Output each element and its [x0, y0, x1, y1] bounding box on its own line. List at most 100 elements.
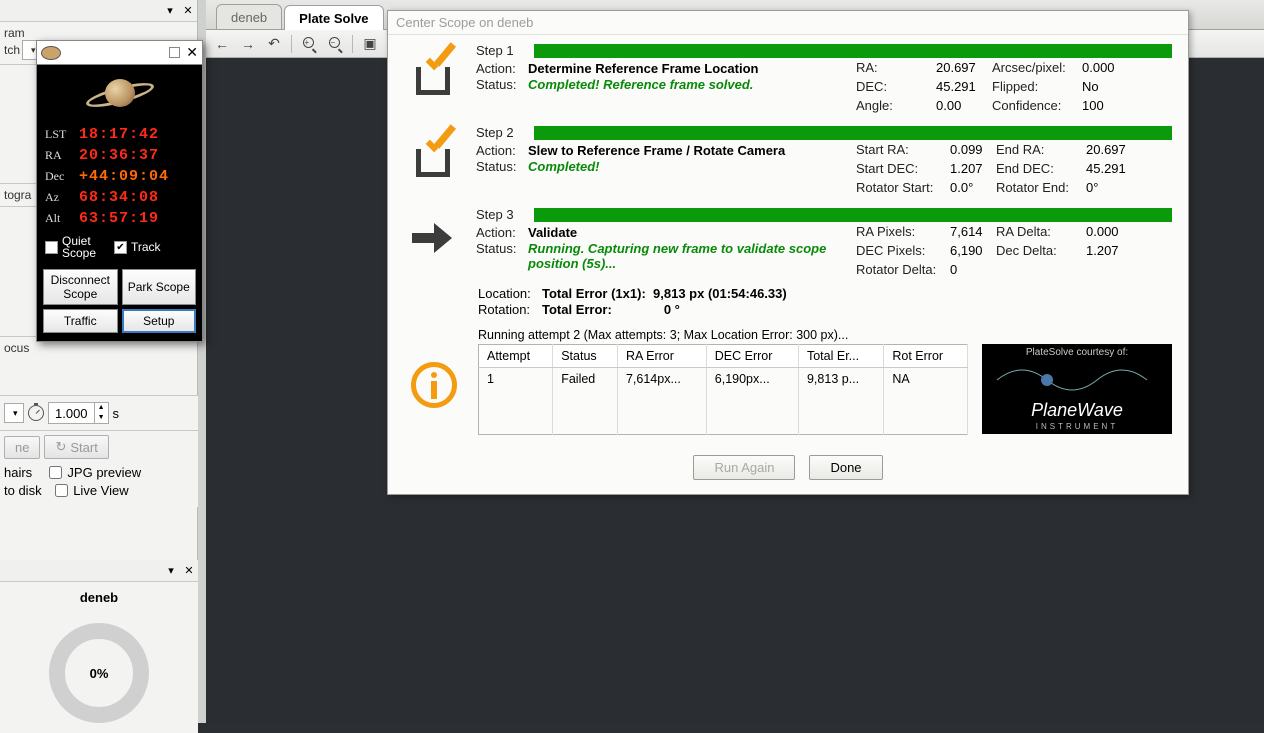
value: 45.291: [1086, 161, 1136, 176]
label: Angle:: [856, 98, 936, 113]
summary-block: Location:Total Error (1x1): 9,813 px (01…: [388, 281, 1188, 322]
label: Arcsec/pixel:: [992, 60, 1082, 75]
step2-label: Step 2: [476, 125, 526, 140]
tab-plate-solve[interactable]: Plate Solve: [284, 5, 383, 30]
live-view-checkbox[interactable]: [55, 484, 68, 497]
saturn-icon: [41, 46, 61, 60]
value: 0.0°: [950, 180, 996, 195]
scope-control-window[interactable]: ✕ LST18:17:42 RA20:36:37 Dec+44:09:04 Az…: [36, 40, 203, 342]
cell: 1: [479, 368, 553, 391]
step-2: Step 2 Action:Slew to Reference Frame / …: [388, 117, 1188, 199]
panel-close-icon[interactable]: ✕: [179, 4, 197, 17]
value: 6,190: [950, 243, 996, 258]
table-row: [479, 412, 968, 434]
alt-label: Alt: [45, 208, 79, 229]
saturn-image: [37, 65, 202, 121]
panel-close-icon[interactable]: ✕: [180, 564, 198, 577]
value: 1.207: [950, 161, 996, 176]
scope-titlebar[interactable]: ✕: [37, 41, 202, 65]
cropped-label: togra: [4, 188, 31, 202]
col-dec-error[interactable]: DEC Error: [706, 345, 798, 368]
quiet-scope-checkbox[interactable]: Quiet Scope: [45, 235, 102, 259]
live-view-label: Live View: [73, 483, 128, 498]
zoom-in-button[interactable]: +: [297, 33, 321, 55]
exposure-input[interactable]: 1.000 ▲▼: [48, 402, 109, 424]
tab-deneb[interactable]: deneb: [216, 4, 282, 29]
label: Action:: [476, 225, 528, 240]
step1-action: Determine Reference Frame Location: [528, 61, 758, 76]
track-label: Track: [131, 240, 161, 254]
ne-button[interactable]: ne: [4, 436, 40, 459]
panel-header: ▾ ✕: [0, 0, 197, 22]
table-row[interactable]: 1 Failed 7,614px... 6,190px... 9,813 p..…: [479, 368, 968, 391]
minimize-icon[interactable]: [169, 47, 180, 58]
done-button[interactable]: Done: [809, 455, 882, 480]
cropped-label: ram: [4, 26, 193, 40]
dec-label: Dec: [45, 166, 79, 187]
spin-down[interactable]: ▼: [94, 413, 108, 423]
close-icon[interactable]: ✕: [186, 44, 198, 61]
lst-label: LST: [45, 124, 79, 145]
label: Rotator Start:: [856, 180, 950, 195]
traffic-button[interactable]: Traffic: [43, 309, 118, 333]
ra-label: RA: [45, 145, 79, 166]
park-scope-button[interactable]: Park Scope: [122, 269, 197, 305]
label-bold: Total Error:: [542, 302, 612, 317]
cell: Failed: [553, 368, 618, 391]
mode-dropdown[interactable]: [4, 403, 24, 423]
setup-button[interactable]: Setup: [122, 309, 197, 333]
jpg-preview-checkbox[interactable]: [49, 466, 62, 479]
panel-dropdown-icon[interactable]: ▾: [162, 564, 180, 577]
start-button[interactable]: ↻ Start: [44, 435, 108, 459]
label: Dec Delta:: [996, 243, 1086, 258]
ra-value: 20:36:37: [79, 145, 159, 166]
exposure-unit: s: [113, 406, 120, 421]
value: 0.00: [936, 98, 992, 113]
planewave-logo: PlateSolve courtesy of: PlaneWave INSTRU…: [982, 344, 1172, 434]
attempts-table: Attempt Status RA Error DEC Error Total …: [478, 344, 968, 435]
label: Status:: [476, 77, 528, 92]
coord-table: LST18:17:42 RA20:36:37 Dec+44:09:04 Az68…: [37, 121, 202, 235]
checkmark-icon: [412, 133, 456, 177]
progress-donut: 0%: [49, 623, 149, 723]
label: Action:: [476, 61, 528, 76]
label: End RA:: [996, 142, 1086, 157]
col-status[interactable]: Status: [553, 345, 618, 368]
run-again-button[interactable]: Run Again: [693, 455, 795, 480]
col-attempt[interactable]: Attempt: [479, 345, 553, 368]
col-rot-error[interactable]: Rot Error: [884, 345, 968, 368]
cropped-label: to disk: [4, 483, 42, 498]
arrow-right-icon: [412, 223, 456, 253]
nav-forward-button[interactable]: →: [236, 33, 260, 55]
label: DEC Pixels:: [856, 243, 950, 258]
spin-up[interactable]: ▲: [94, 403, 108, 413]
progress-bar: [534, 44, 1172, 58]
zoom-fit-button[interactable]: ▣: [358, 33, 382, 55]
value: 7,614: [950, 224, 996, 239]
label: Status:: [476, 159, 528, 174]
step1-label: Step 1: [476, 43, 526, 58]
undo-button[interactable]: ↶: [262, 33, 286, 55]
cell: 9,813 p...: [798, 368, 883, 391]
checkmark-icon: [412, 51, 456, 95]
col-ra-error[interactable]: RA Error: [617, 345, 706, 368]
zoom-out-button[interactable]: −: [323, 33, 347, 55]
planewave-graphic: [992, 360, 1162, 400]
disconnect-scope-button[interactable]: Disconnect Scope: [43, 269, 118, 305]
label: Start RA:: [856, 142, 950, 157]
start-label: Start: [70, 440, 97, 455]
panel-dropdown-icon[interactable]: ▾: [161, 4, 179, 17]
value: 0 °: [664, 302, 680, 317]
az-value: 68:34:08: [79, 187, 159, 208]
progress-value: 0%: [90, 666, 109, 681]
col-total-error[interactable]: Total Er...: [798, 345, 883, 368]
label: Status:: [476, 241, 528, 271]
cropped-label: ocus: [4, 341, 29, 355]
value: 0: [950, 262, 996, 277]
label: RA:: [856, 60, 936, 75]
cropped-label: tch: [4, 43, 20, 57]
progress-panel: ▾ ✕ deneb 0%: [0, 560, 198, 733]
planewave-caption: PlateSolve courtesy of:: [1026, 347, 1128, 358]
track-checkbox[interactable]: ✔Track: [114, 235, 161, 259]
nav-back-button[interactable]: ←: [210, 33, 234, 55]
